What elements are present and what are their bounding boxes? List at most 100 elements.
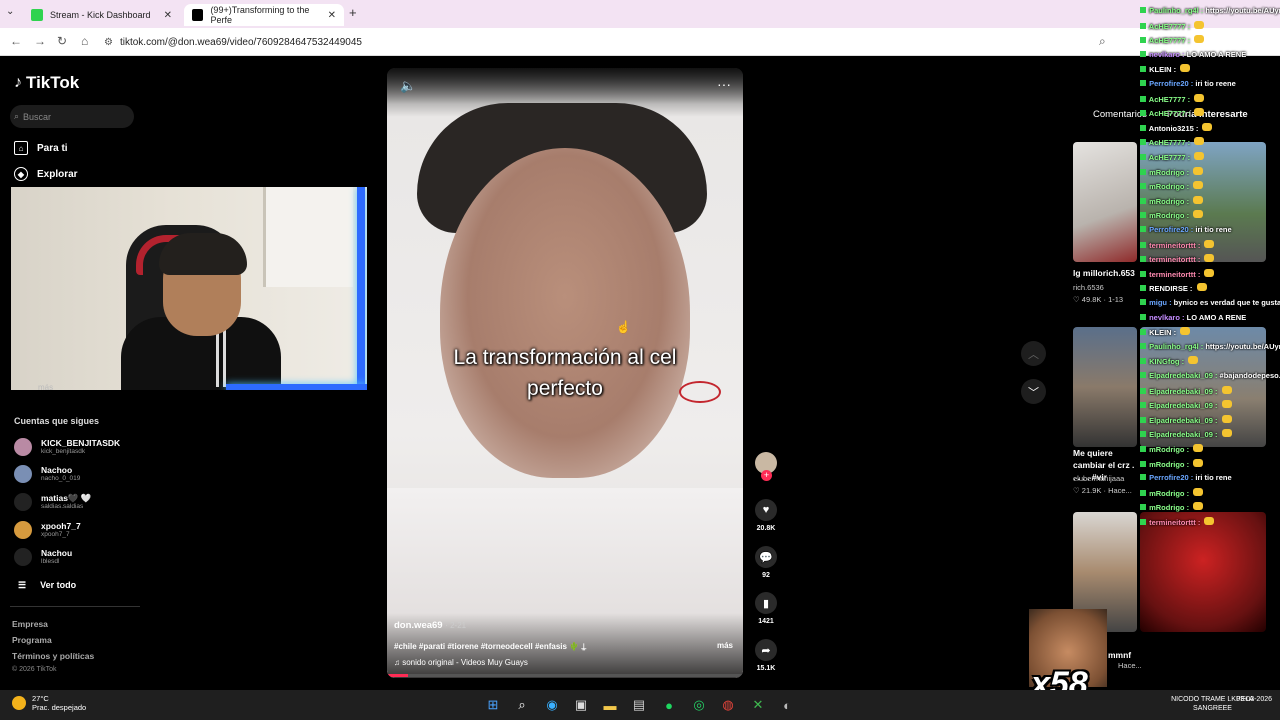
close-tab-icon[interactable]: ✕ — [328, 10, 336, 21]
save-button[interactable]: ▮ 1421 — [754, 592, 778, 625]
address-bar[interactable]: ⚙ tiktok.com/@don.wea69/video/7609284647… — [104, 31, 1134, 53]
chat-username[interactable]: Antonio3215 : — [1147, 124, 1200, 133]
followed-account[interactable]: xpooh7_7 xpooh7_7 — [14, 521, 81, 539]
tab-tiktok-video[interactable]: (99+)Transforming to the Perfe ✕ — [184, 4, 344, 26]
chat-username[interactable]: Perrofire20 : — [1147, 473, 1195, 482]
chat-username[interactable]: KINGfog : — [1147, 357, 1186, 366]
chat-username[interactable]: mRodrigo : — [1147, 197, 1191, 206]
chat-username[interactable]: Paulinho_rg4l : — [1147, 342, 1205, 351]
chat-username[interactable]: Elpadredebaki_09 : — [1147, 387, 1220, 396]
chat-username[interactable]: AcHE7777 : — [1147, 138, 1192, 147]
chat-username[interactable]: termineitorttt : — [1147, 518, 1202, 527]
store-icon[interactable]: ▣ — [572, 696, 590, 714]
chat-username[interactable]: Perrofire20 : — [1147, 225, 1195, 234]
chat-username[interactable]: AcHE7777 : — [1147, 22, 1192, 31]
windows-start-icon[interactable]: ⊞ — [484, 696, 502, 714]
weather-widget[interactable]: 27°C Prac. despejado — [12, 694, 86, 712]
home-icon[interactable]: ⌂ — [81, 34, 88, 48]
spotify-icon[interactable]: ● — [660, 696, 678, 714]
follow-plus-icon[interactable]: + — [761, 470, 772, 481]
chat-emote-icon — [1221, 414, 1232, 423]
tab-search-icon[interactable]: ⌄ — [6, 6, 14, 17]
tiktok-note-icon: ♪ — [14, 74, 22, 91]
app-icon[interactable]: ▤ — [630, 696, 648, 714]
video-sound[interactable]: ♫ sonido original - Videos Muy Guays — [394, 658, 528, 667]
chat-username[interactable]: Elpadredebaki_09 : — [1147, 371, 1220, 380]
zoom-icon[interactable]: ⌕ — [1099, 34, 1106, 49]
whatsapp-icon[interactable]: ◎ — [690, 696, 708, 714]
chrome-icon[interactable]: ◍ — [719, 696, 737, 714]
recommended-title[interactable]: mmnf — [1108, 650, 1131, 660]
nav-item-explorar[interactable]: ◆ Explorar — [14, 167, 78, 181]
video-hashtags[interactable]: #chile #parati #tiorene #torneodecell #e… — [394, 642, 586, 652]
volume-icon[interactable]: 🔈 — [400, 78, 416, 94]
forward-icon[interactable]: → — [34, 34, 46, 48]
chat-username[interactable]: termineitorttt : — [1147, 241, 1202, 250]
next-video-button[interactable]: ﹀ — [1021, 379, 1046, 404]
more-options-icon[interactable]: ··· — [717, 76, 731, 92]
file-explorer-icon[interactable]: ▬ — [601, 696, 619, 714]
chat-username[interactable]: migu : — [1147, 298, 1174, 307]
chat-username[interactable]: mRodrigo : — [1147, 211, 1191, 220]
chat-username[interactable]: mRodrigo : — [1147, 460, 1191, 469]
search-icon[interactable]: ⌕ — [513, 696, 531, 714]
chat-username[interactable]: mRodrigo : — [1147, 503, 1191, 512]
followed-account[interactable]: KICK_BENJITASDK kick_benjitasdk — [14, 438, 120, 456]
chat-username[interactable]: mRodrigo : — [1147, 489, 1191, 498]
chat-username[interactable]: mRodrigo : — [1147, 182, 1191, 191]
nav-item-more-label[interactable]: más — [38, 383, 53, 392]
chat-username[interactable]: AcHE7777 : — [1147, 109, 1192, 118]
share-button[interactable]: ➦ 15.1K — [754, 639, 778, 672]
chat-username[interactable]: Paulinho_rg4l : — [1147, 6, 1205, 15]
tiktok-logo[interactable]: ♪ TikTok — [14, 73, 79, 93]
site-info-icon[interactable]: ⚙ — [104, 37, 113, 48]
chat-username[interactable]: AcHE7777 : — [1147, 36, 1192, 45]
chat-username[interactable]: mRodrigo : — [1147, 168, 1191, 177]
xbox-icon[interactable]: ✕ — [749, 696, 767, 714]
followed-account[interactable]: Nachou lblesdl — [14, 548, 72, 566]
reload-icon[interactable]: ↻ — [57, 34, 67, 48]
followed-account[interactable]: matias🖤 🤍 saldias.saldias — [14, 493, 91, 511]
see-all-button[interactable]: ☰ Ver todo — [18, 580, 76, 591]
video-player[interactable]: 🔈 ··· La transformación al cel perfecto … — [387, 68, 743, 678]
search-input[interactable]: ⌕ Buscar — [10, 105, 134, 128]
chat-username[interactable]: AcHE7777 : — [1147, 153, 1192, 162]
footer-link-programa[interactable]: Programa — [12, 635, 52, 645]
like-button[interactable]: ♥ 20.8K — [754, 499, 778, 532]
creator-avatar[interactable]: + — [755, 452, 777, 481]
chat-username[interactable]: nevlkaro : — [1147, 50, 1187, 59]
close-tab-icon[interactable]: ✕ — [164, 10, 172, 21]
nav-item-para-ti[interactable]: ⌂ Para ti — [14, 141, 68, 155]
chat-username[interactable]: termineitorttt : — [1147, 255, 1202, 264]
previous-video-button[interactable]: ︿ — [1021, 341, 1046, 366]
footer-link-empresa[interactable]: Empresa — [12, 619, 48, 629]
chat-username[interactable]: AcHE7777 : — [1147, 95, 1192, 104]
chat-username[interactable]: Elpadredebaki_09 : — [1147, 430, 1220, 439]
recommended-thumbnail[interactable] — [1073, 142, 1137, 262]
recommended-thumbnail[interactable] — [1073, 327, 1137, 447]
chat-username[interactable]: nevlkaro : — [1147, 313, 1187, 322]
comment-button[interactable]: 💬 92 — [754, 546, 778, 579]
followed-account[interactable]: Nachoo nacho_0_019 — [14, 465, 80, 483]
chat-username[interactable]: KLEIN : — [1147, 328, 1178, 337]
video-progress-bar[interactable] — [387, 674, 743, 677]
back-icon[interactable]: ← — [10, 34, 22, 48]
chat-username[interactable]: Elpadredebaki_09 : — [1147, 416, 1220, 425]
chat-username[interactable]: termineitorttt : — [1147, 270, 1202, 279]
edge-icon[interactable]: ◉ — [543, 696, 561, 714]
footer-link-terminos[interactable]: Términos y políticas — [12, 651, 94, 661]
recommended-user[interactable]: elubermanijaaa — [1073, 474, 1124, 483]
chat-username[interactable]: Perrofire20 : — [1147, 79, 1195, 88]
description-more-button[interactable]: más — [717, 641, 733, 650]
video-author[interactable]: don.wea69 · 2-21 — [394, 620, 466, 631]
weather-sun-icon — [12, 696, 26, 710]
recommended-user[interactable]: rich.6536 — [1073, 283, 1104, 292]
recommended-title[interactable]: lg millorich.653 — [1073, 268, 1135, 278]
chat-username[interactable]: KLEIN : — [1147, 65, 1178, 74]
chat-username[interactable]: RENDIRSE : — [1147, 284, 1195, 293]
chat-username[interactable]: Elpadredebaki_09 : — [1147, 401, 1220, 410]
new-tab-button[interactable]: + — [349, 5, 357, 20]
chat-username[interactable]: mRodrigo : — [1147, 445, 1191, 454]
obs-icon[interactable]: ◐ — [778, 696, 796, 714]
tab-kick-dashboard[interactable]: Stream - Kick Dashboard ✕ — [23, 4, 180, 26]
